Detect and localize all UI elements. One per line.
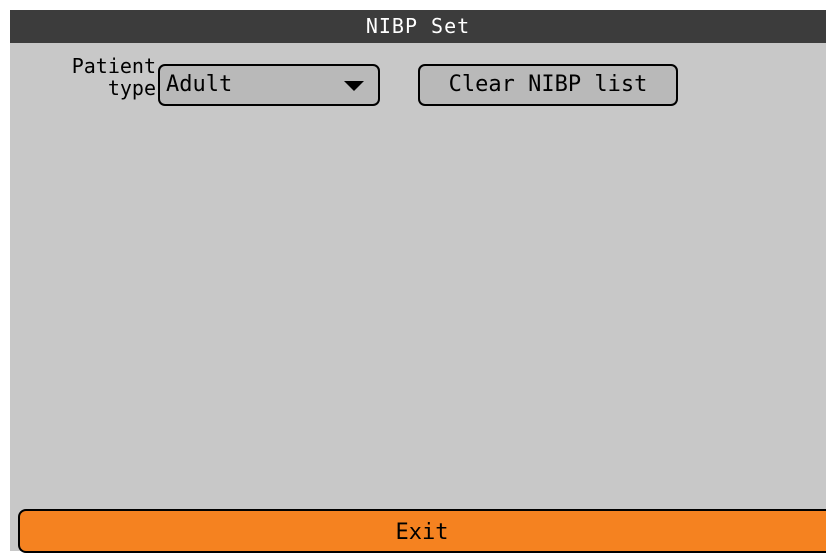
nibp-set-screen: NIBP Set Patient type Adult Clear NIBP l… xyxy=(0,0,826,553)
patient-type-value: Adult xyxy=(166,72,233,97)
exit-button[interactable]: Exit xyxy=(18,509,826,553)
patient-type-label-line2: type xyxy=(107,76,156,100)
patient-type-dropdown[interactable]: Adult xyxy=(158,64,380,106)
patient-type-label-line1: Patient xyxy=(71,54,156,78)
clear-nibp-list-button[interactable]: Clear NIBP list xyxy=(418,64,678,106)
window-title: NIBP Set xyxy=(10,10,826,43)
triangle-down-icon xyxy=(344,81,364,91)
